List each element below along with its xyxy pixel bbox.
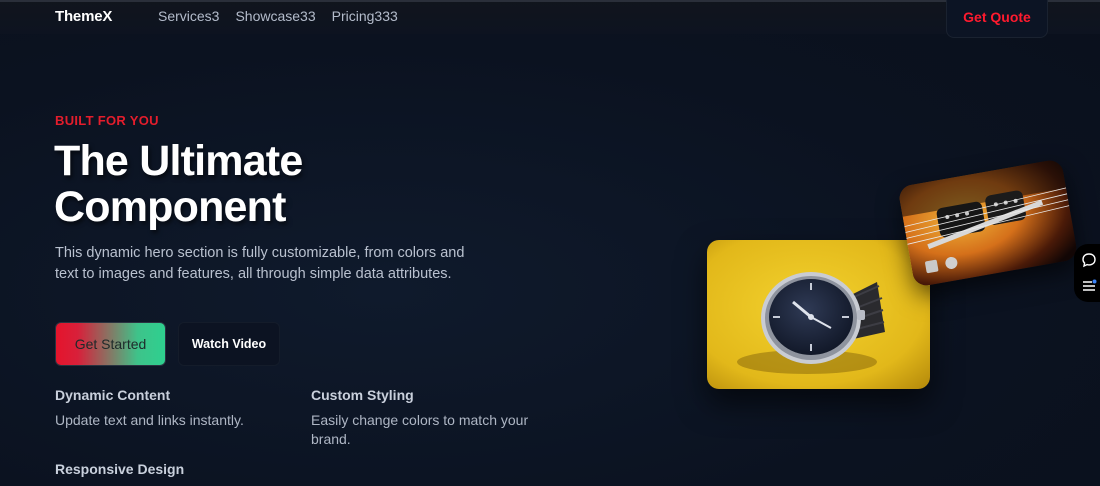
hero-title-line2: Component xyxy=(54,183,286,231)
hero-title: The Ultimate Component xyxy=(54,138,534,230)
feature-custom-styling: Custom Styling Easily change colors to m… xyxy=(311,387,551,449)
wristwatch-icon xyxy=(707,240,930,389)
feature-title: Dynamic Content xyxy=(55,387,171,403)
menu-list-icon[interactable] xyxy=(1081,278,1097,294)
watch-video-button[interactable]: Watch Video xyxy=(178,322,280,366)
chat-icon[interactable] xyxy=(1081,252,1097,268)
hero-eyebrow: BUILT FOR YOU xyxy=(55,113,159,128)
get-started-button[interactable]: Get Started xyxy=(55,322,166,366)
nav-links: Services3 Showcase33 Pricing333 xyxy=(158,8,398,24)
nav-link-services[interactable]: Services3 xyxy=(158,8,219,24)
get-quote-button[interactable]: Get Quote xyxy=(946,0,1048,38)
feature-responsive-design: Responsive Design xyxy=(55,461,285,477)
feature-dynamic-content: Dynamic Content Update text and links in… xyxy=(55,387,285,430)
hero-title-line1: The Ultimate xyxy=(54,137,303,185)
watch-image xyxy=(707,240,930,389)
feature-text: Easily change colors to match your brand… xyxy=(311,412,529,447)
nav-link-pricing[interactable]: Pricing333 xyxy=(332,8,398,24)
top-navigation: ThemeX Services3 Showcase33 Pricing333 xyxy=(0,0,1100,34)
feature-title: Custom Styling xyxy=(311,387,414,403)
side-toolbar xyxy=(1074,244,1100,302)
feature-title: Responsive Design xyxy=(55,461,185,477)
hero-description: This dynamic hero section is fully custo… xyxy=(55,245,465,282)
logo[interactable]: ThemeX xyxy=(55,8,112,25)
feature-text: Update text and links instantly. xyxy=(55,412,244,428)
nav-link-showcase[interactable]: Showcase33 xyxy=(235,8,315,24)
nav-top-border xyxy=(0,0,1100,2)
